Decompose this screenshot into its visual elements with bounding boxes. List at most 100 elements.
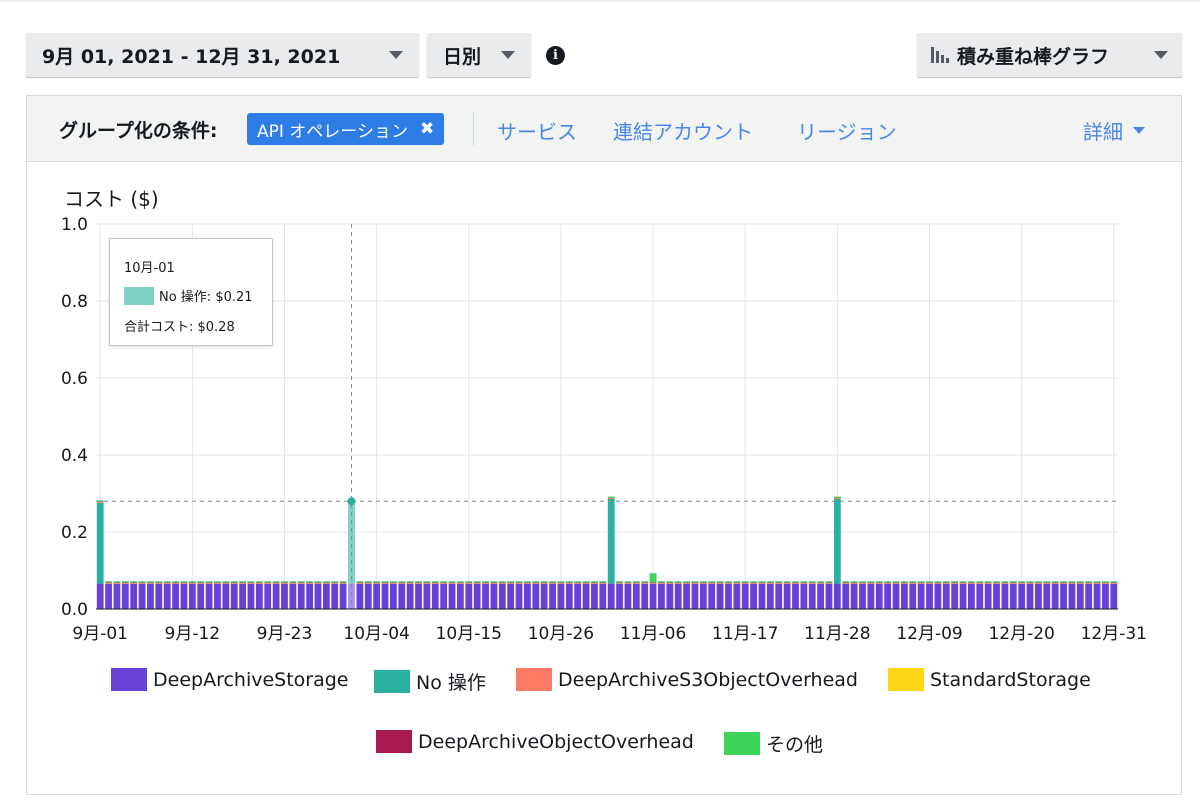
bar-segment [457,581,464,583]
bar-segment [239,583,246,609]
bar-segment [180,582,188,583]
bar-segment [934,581,942,583]
bar-segment [121,581,129,583]
bar-segment [565,581,573,583]
bar-segment [1051,581,1059,583]
bar-segment [1035,581,1042,583]
bar-segment [1102,583,1109,609]
bar-segment [917,583,925,609]
legend-item-other[interactable]: その他 [724,730,823,757]
bar-segment [331,583,339,609]
bar-segment [105,581,112,583]
bar-segment [431,582,439,583]
bar-segment [406,582,414,583]
bar-segment [1060,581,1067,583]
bar-segment [264,583,272,609]
bar-segment [314,583,322,609]
bar-segment [440,582,448,583]
bar-segment [448,582,456,583]
bar-segment [515,581,523,583]
bar-segment [540,581,548,583]
bar-segment [951,582,959,583]
bar-segment [783,582,791,583]
legend-swatch [111,668,147,691]
legend-item-deeparchives3objectoverhead[interactable]: DeepArchiveS3ObjectOverhead [516,668,858,691]
bar-segment [725,581,732,583]
bar-segment [909,581,917,583]
bar-segment [859,581,866,583]
bar-segment [624,581,632,583]
bar-segment [339,581,347,583]
bar-segment [415,582,422,583]
bar-segment [716,582,724,583]
legend-item-no-operation[interactable]: No 操作 [374,668,486,695]
bar-segment [482,583,489,609]
bar-segment [800,583,808,609]
bar-segment [1110,581,1118,583]
bar-segment [524,582,531,583]
bar-segment [658,581,665,583]
bar-segment [817,582,825,583]
bar-segment [884,582,892,583]
bar-segment [448,581,456,583]
bar-segment [465,581,473,583]
bar-segment [482,581,489,583]
bar-segment [632,583,640,609]
bar-segment [180,581,188,583]
legend-item-deeparchivestorage[interactable]: DeepArchiveStorage [111,668,349,691]
bar-segment [473,583,481,609]
bar-segment [574,583,582,609]
bar-segment [431,581,439,583]
bar-segment [130,581,138,583]
legend-swatch [516,668,552,691]
bar-segment [892,582,900,583]
bar-segment [942,582,950,583]
bar-segment [306,581,314,583]
bar-segment [984,582,992,583]
bar-segment [817,581,825,583]
bar-segment [364,581,372,583]
bar-segment [1076,581,1084,583]
bar-segment [658,582,665,583]
bar-segment [540,582,548,583]
bar-segment [1009,582,1017,583]
bar-segment [917,582,925,583]
bar-segment [281,582,288,583]
bar-segment [666,582,674,583]
bar-segment [431,583,439,609]
bar-segment [390,583,397,609]
bar-segment [180,583,188,609]
bar-segment [607,583,615,609]
x-tick-label: 11月-28 [804,624,870,644]
bar-segment [674,582,682,583]
bar-segment [1093,582,1101,583]
bar-segment [197,582,205,583]
bar-segment [247,583,255,609]
bar-segment [666,583,674,609]
bar-segment [959,583,967,609]
bar-segment [381,583,389,609]
bar-segment [281,581,288,583]
bar-segment [942,583,950,609]
bar-segment [993,583,1000,609]
bar-segment [1076,583,1084,609]
bar-segment [926,582,933,583]
bar-segment [524,581,531,583]
bar-segment [792,582,799,583]
bar-segment [264,582,272,583]
bar-segment [130,583,138,609]
bar-segment [591,583,598,609]
bar-segment [105,583,112,609]
x-tick-label: 10月-04 [343,624,409,644]
bar-segment [783,583,791,609]
bar-segment [825,581,833,583]
legend-item-deeparchiveobjectoverhead[interactable]: DeepArchiveObjectOverhead [376,730,694,753]
bar-segment [582,582,590,583]
bar-segment [1009,583,1017,609]
bar-segment [121,582,129,583]
bar-segment [1102,582,1109,583]
bar-segment [314,581,322,583]
x-tick-label: 11月-06 [620,624,686,644]
bar-segment [322,581,330,583]
legend-item-standardstorage[interactable]: StandardStorage [888,668,1091,691]
